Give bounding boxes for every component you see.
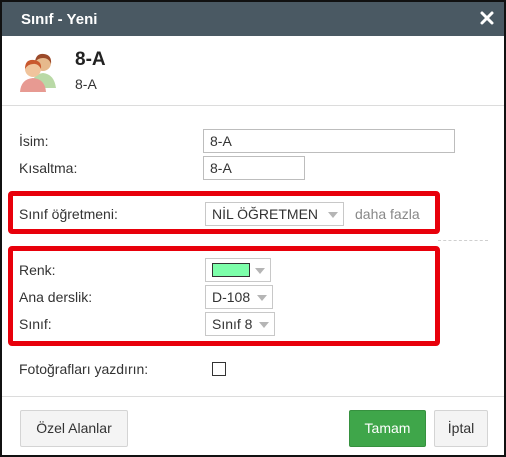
room-label: Ana derslik: <box>19 289 93 305</box>
teacher-select[interactable]: NİL ÖĞRETMEN <box>205 202 344 226</box>
title-bar: Sınıf - Yeni <box>2 2 504 36</box>
color-select[interactable] <box>205 258 271 282</box>
grade-select-value: Sınıf 8 <box>212 316 253 332</box>
close-icon[interactable] <box>479 10 495 26</box>
ok-button[interactable]: Tamam <box>349 410 426 447</box>
chevron-down-icon <box>259 322 269 328</box>
room-select-value: D-108 <box>212 289 251 305</box>
short-name-label: Kısaltma: <box>19 160 78 176</box>
color-swatch <box>212 263 250 277</box>
chevron-down-icon <box>328 212 338 218</box>
cancel-button[interactable]: İptal <box>434 410 488 447</box>
dialog-title: Sınıf - Yeni <box>21 11 98 28</box>
custom-fields-button[interactable]: Özel Alanlar <box>20 410 128 447</box>
color-label: Renk: <box>19 262 56 278</box>
name-label: İsim: <box>19 133 49 149</box>
grade-label: Sınıf: <box>19 316 52 332</box>
teacher-select-value: NİL ÖĞRETMEN <box>212 206 319 222</box>
people-icon <box>16 50 60 94</box>
chevron-down-icon <box>255 268 265 274</box>
footer-divider <box>2 396 504 397</box>
print-photos-label: Fotoğrafları yazdırın: <box>19 361 149 377</box>
dialog-header: 8-A 8-A <box>2 36 504 106</box>
grade-select[interactable]: Sınıf 8 <box>205 312 275 336</box>
short-name-input[interactable]: 8-A <box>203 156 305 180</box>
class-subtitle: 8-A <box>75 76 97 92</box>
section-divider <box>438 240 488 241</box>
print-photos-checkbox[interactable] <box>212 362 226 376</box>
dialog-window: Sınıf - Yeni 8-A 8-A İsim: 8-A Kısaltma:… <box>0 0 506 457</box>
chevron-down-icon <box>257 295 267 301</box>
room-select[interactable]: D-108 <box>205 285 273 309</box>
class-title: 8-A <box>75 49 106 70</box>
teacher-label: Sınıf öğretmeni: <box>19 206 118 222</box>
more-link[interactable]: daha fazla <box>355 206 420 222</box>
name-input[interactable]: 8-A <box>203 129 455 153</box>
